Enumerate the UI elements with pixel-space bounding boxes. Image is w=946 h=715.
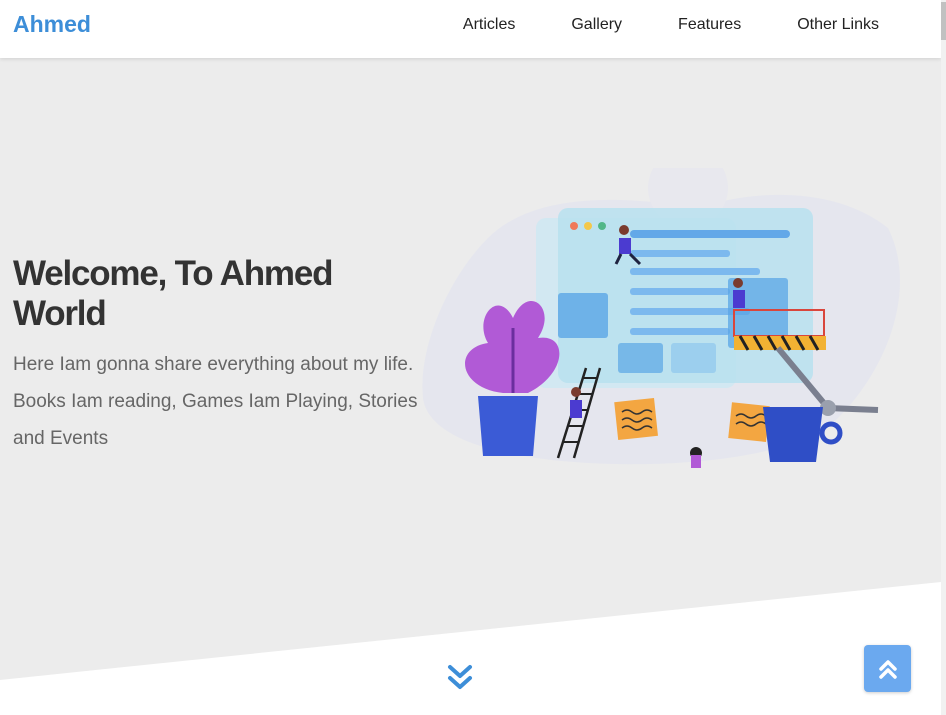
nav-link-articles[interactable]: Articles [435,0,543,58]
landing-title: Welcome, To Ahmed World [13,254,333,333]
header: Ahmed Articles Gallery Features Other Li… [0,0,941,58]
landing-section: Welcome, To Ahmed World Here Iam gonna s… [0,58,941,715]
double-chevron-down-icon[interactable] [446,663,474,693]
scroll-to-top-button[interactable] [864,645,911,692]
logo[interactable]: Ahmed [13,11,91,38]
scrollbar[interactable] [941,0,946,715]
intro-text: Welcome, To Ahmed World Here Iam gonna s… [13,254,433,457]
nav-link-other-links[interactable]: Other Links [769,0,941,58]
main-nav: Articles Gallery Features Other Links [435,0,941,58]
nav-link-gallery[interactable]: Gallery [543,0,650,58]
landing-description: Here Iam gonna share everything about my… [13,354,418,449]
scrollbar-thumb[interactable] [941,2,946,40]
landing-illustration [422,168,900,468]
nav-link-features[interactable]: Features [650,0,769,58]
double-chevron-up-icon [878,659,897,679]
